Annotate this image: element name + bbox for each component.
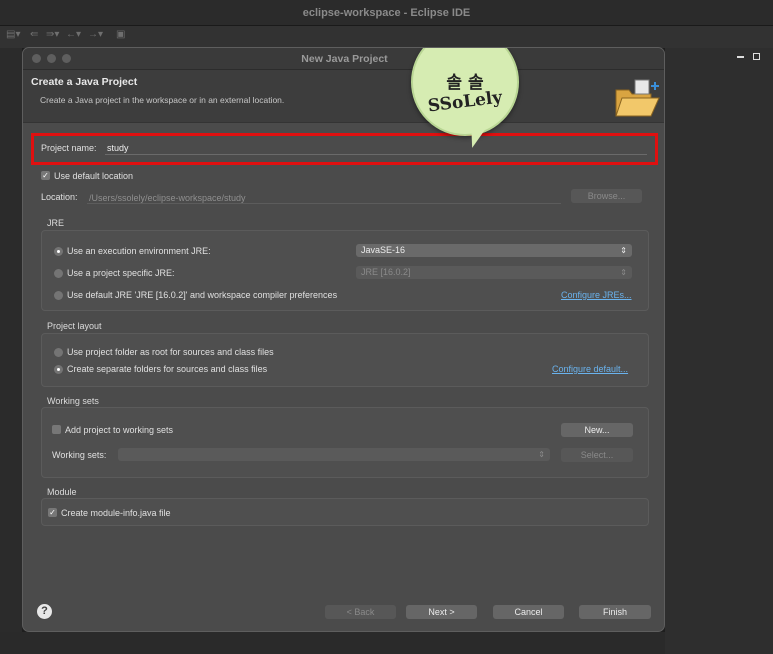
- main-toolbar: ▤▾ ⇚ ⇛▾ ←▾ →▾ ▣: [0, 26, 773, 48]
- location-label: Location:: [41, 192, 78, 202]
- dialog-titlebar: New Java Project: [23, 48, 664, 70]
- left-panel: [0, 48, 22, 632]
- help-button[interactable]: ?: [37, 604, 52, 619]
- module-group: ✓ Create module-info.java file: [41, 498, 649, 526]
- execution-env-value: JavaSE-16: [361, 245, 406, 255]
- working-sets-combo[interactable]: ⇕: [118, 448, 550, 461]
- default-jre-label: Use default JRE 'JRE [16.0.2]' and works…: [67, 290, 338, 300]
- wizard-banner: Create a Java Project Create a Java proj…: [23, 70, 664, 123]
- back-icon[interactable]: ←▾: [66, 29, 81, 40]
- jre-group: Use an execution environment JRE: JavaSE…: [41, 230, 649, 311]
- create-module-info-label: Create module-info.java file: [61, 508, 171, 518]
- project-layout-group: Use project folder as root for sources a…: [41, 333, 649, 387]
- project-specific-jre-combo[interactable]: JRE [16.0.2] ⇕: [356, 266, 632, 279]
- jre-group-title: JRE: [47, 218, 65, 228]
- new-java-project-dialog: New Java Project Create a Java Project C…: [22, 47, 665, 632]
- pin-editor-icon[interactable]: ▣: [116, 29, 125, 40]
- separate-folders-radio[interactable]: [54, 365, 63, 374]
- add-to-working-sets-checkbox[interactable]: [52, 425, 61, 434]
- working-sets-group-title: Working sets: [47, 396, 99, 406]
- project-layout-group-title: Project layout: [47, 321, 102, 331]
- forward-icon[interactable]: →▾: [88, 29, 103, 40]
- create-module-info-checkbox[interactable]: ✓: [48, 508, 57, 517]
- add-to-working-sets-label: Add project to working sets: [65, 425, 174, 435]
- maximize-icon[interactable]: [753, 53, 760, 60]
- use-default-location-label: Use default location: [54, 171, 134, 181]
- location-input[interactable]: /Users/ssolely/eclipse-workspace/study: [89, 193, 246, 203]
- java-project-folder-icon: [615, 79, 660, 117]
- app-title: eclipse-workspace - Eclipse IDE: [302, 7, 471, 19]
- wizard-heading: Create a Java Project: [31, 76, 138, 88]
- chevron-updown-icon: ⇕: [620, 246, 627, 255]
- configure-jres-link[interactable]: Configure JREs...: [561, 290, 632, 300]
- new-wizard-icon[interactable]: ▤▾: [6, 29, 20, 40]
- location-underline: [87, 203, 561, 204]
- project-folder-root-radio[interactable]: [54, 348, 63, 357]
- project-specific-jre-label: Use a project specific JRE:: [67, 268, 175, 278]
- next-edit-icon[interactable]: ⇛▾: [46, 29, 59, 40]
- default-jre-radio[interactable]: [54, 291, 63, 300]
- new-working-set-button[interactable]: New...: [561, 423, 633, 437]
- minimize-icon[interactable]: [737, 56, 744, 58]
- finish-button[interactable]: Finish: [579, 605, 651, 619]
- module-group-title: Module: [47, 487, 77, 497]
- select-working-sets-button[interactable]: Select...: [561, 448, 633, 462]
- configure-default-link[interactable]: Configure default...: [552, 364, 628, 374]
- right-panel: [665, 48, 773, 654]
- use-default-location-checkbox[interactable]: ✓: [41, 171, 50, 180]
- cancel-button[interactable]: Cancel: [493, 605, 564, 619]
- back-button[interactable]: < Back: [325, 605, 396, 619]
- prev-edit-icon[interactable]: ⇚: [30, 29, 38, 40]
- chevron-updown-icon: ⇕: [538, 450, 545, 459]
- project-specific-jre-value: JRE [16.0.2]: [361, 267, 411, 277]
- project-specific-jre-radio[interactable]: [54, 269, 63, 278]
- execution-env-label: Use an execution environment JRE:: [67, 246, 211, 256]
- chevron-updown-icon: ⇕: [620, 268, 627, 277]
- wizard-subtitle: Create a Java project in the workspace o…: [40, 95, 285, 105]
- dialog-title: New Java Project: [301, 53, 388, 65]
- separate-folders-label: Create separate folders for sources and …: [67, 364, 268, 374]
- execution-env-combo[interactable]: JavaSE-16 ⇕: [356, 244, 632, 257]
- browse-button[interactable]: Browse...: [571, 189, 642, 203]
- working-sets-group: Add project to working sets New... Worki…: [41, 407, 649, 478]
- app-titlebar: eclipse-workspace - Eclipse IDE: [0, 0, 773, 26]
- project-name-highlight: [31, 133, 658, 165]
- bottom-panel: [0, 632, 665, 654]
- project-folder-root-label: Use project folder as root for sources a…: [67, 347, 274, 357]
- next-button[interactable]: Next >: [406, 605, 477, 619]
- working-sets-label: Working sets:: [52, 450, 107, 460]
- execution-env-radio[interactable]: [54, 247, 63, 256]
